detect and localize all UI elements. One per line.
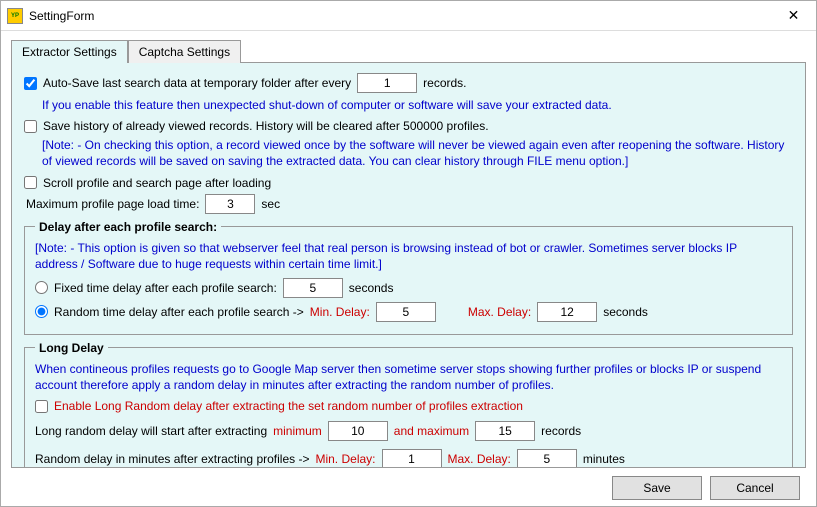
longdelay-rand-max-input[interactable] bbox=[517, 449, 577, 468]
tab-body-extractor: Auto-Save last search data at temporary … bbox=[11, 62, 806, 468]
longdelay-fieldset: Long Delay When contineous profiles requ… bbox=[24, 341, 793, 468]
longdelay-start-after: records bbox=[541, 424, 581, 438]
close-icon[interactable]: ✕ bbox=[771, 1, 816, 31]
longdelay-start-mid: and maximum bbox=[394, 424, 469, 438]
maxload-row: Maximum profile page load time: sec bbox=[26, 194, 793, 214]
history-checkbox[interactable] bbox=[24, 120, 37, 133]
scroll-checkbox[interactable] bbox=[24, 176, 37, 189]
longdelay-start-before: Long random delay will start after extra… bbox=[35, 424, 267, 438]
longdelay-enable-checkbox[interactable] bbox=[35, 400, 48, 413]
longdelay-legend: Long Delay bbox=[35, 341, 108, 355]
autosave-checkbox[interactable] bbox=[24, 77, 37, 90]
longdelay-rand-min-input[interactable] bbox=[382, 449, 442, 468]
autosave-label-after: records. bbox=[423, 76, 466, 90]
delay-random-min-input[interactable] bbox=[376, 302, 436, 322]
longdelay-enable-label: Enable Long Random delay after extractin… bbox=[54, 399, 523, 413]
tabs-header: Extractor Settings Captcha Settings bbox=[11, 39, 806, 62]
cancel-button[interactable]: Cancel bbox=[710, 476, 800, 500]
history-label: Save history of already viewed records. … bbox=[43, 119, 489, 133]
delay-random-radio[interactable] bbox=[35, 305, 48, 318]
longdelay-rand-after: minutes bbox=[583, 452, 625, 466]
autosave-records-input[interactable] bbox=[357, 73, 417, 93]
autosave-note: If you enable this feature then unexpect… bbox=[42, 97, 793, 113]
autosave-label-before: Auto-Save last search data at temporary … bbox=[43, 76, 351, 90]
longdelay-start-min-input[interactable] bbox=[328, 421, 388, 441]
delay-fixed-input[interactable] bbox=[283, 278, 343, 298]
delay-random-row: Random time delay after each profile sea… bbox=[35, 302, 782, 322]
longdelay-enable-row: Enable Long Random delay after extractin… bbox=[35, 399, 782, 413]
save-button[interactable]: Save bbox=[612, 476, 702, 500]
app-icon: YP bbox=[7, 8, 23, 24]
delay-random-max-input[interactable] bbox=[537, 302, 597, 322]
scroll-row: Scroll profile and search page after loa… bbox=[24, 176, 793, 190]
longdelay-rand-before: Random delay in minutes after extracting… bbox=[35, 452, 309, 466]
longdelay-desc: When contineous profiles requests go to … bbox=[35, 361, 782, 393]
tab-extractor-settings[interactable]: Extractor Settings bbox=[11, 40, 128, 63]
window-title: SettingForm bbox=[29, 9, 771, 23]
longdelay-rand-row: Random delay in minutes after extracting… bbox=[35, 449, 782, 468]
maxload-label-after: sec bbox=[261, 197, 280, 211]
longdelay-start-max-input[interactable] bbox=[475, 421, 535, 441]
delay-legend: Delay after each profile search: bbox=[35, 220, 221, 234]
longdelay-rand-min-label: Min. Delay: bbox=[315, 452, 375, 466]
longdelay-rand-max-label: Max. Delay: bbox=[448, 452, 511, 466]
history-note: [Note: - On checking this option, a reco… bbox=[42, 137, 793, 169]
longdelay-start-row: Long random delay will start after extra… bbox=[35, 421, 782, 441]
delay-random-after: seconds bbox=[603, 305, 648, 319]
tab-captcha-settings[interactable]: Captcha Settings bbox=[128, 40, 241, 63]
delay-fixed-after: seconds bbox=[349, 281, 394, 295]
delay-fieldset: Delay after each profile search: [Note: … bbox=[24, 220, 793, 335]
history-row: Save history of already viewed records. … bbox=[24, 119, 793, 133]
delay-note: [Note: - This option is given so that we… bbox=[35, 240, 782, 272]
titlebar: YP SettingForm ✕ bbox=[1, 1, 816, 31]
maxload-label-before: Maximum profile page load time: bbox=[26, 197, 199, 211]
delay-fixed-row: Fixed time delay after each profile sear… bbox=[35, 278, 782, 298]
content: Extractor Settings Captcha Settings Auto… bbox=[1, 31, 816, 506]
delay-random-label: Random time delay after each profile sea… bbox=[54, 305, 304, 319]
maxload-input[interactable] bbox=[205, 194, 255, 214]
delay-fixed-label: Fixed time delay after each profile sear… bbox=[54, 281, 277, 295]
delay-random-min-label: Min. Delay: bbox=[310, 305, 370, 319]
longdelay-start-min-label: minimum bbox=[273, 424, 322, 438]
scroll-label: Scroll profile and search page after loa… bbox=[43, 176, 271, 190]
button-bar: Save Cancel bbox=[11, 468, 806, 500]
window: YP SettingForm ✕ Extractor Settings Capt… bbox=[0, 0, 817, 507]
delay-random-max-label: Max. Delay: bbox=[468, 305, 531, 319]
autosave-row: Auto-Save last search data at temporary … bbox=[24, 73, 793, 93]
delay-fixed-radio[interactable] bbox=[35, 281, 48, 294]
